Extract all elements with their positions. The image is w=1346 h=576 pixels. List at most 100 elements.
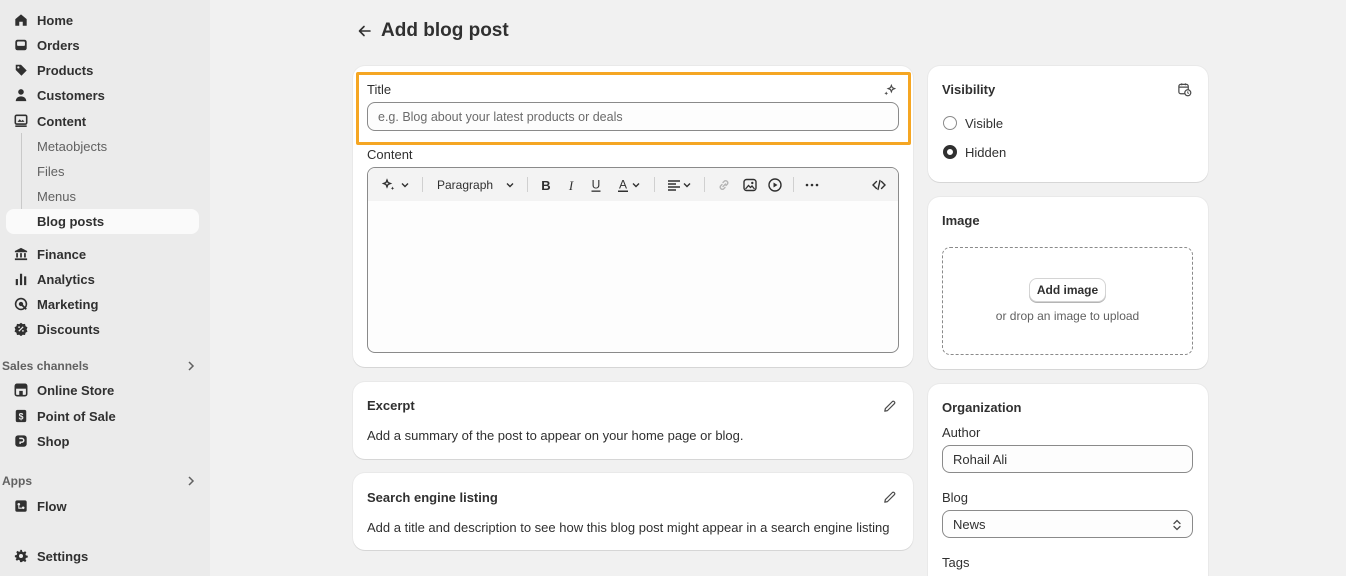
sparkle-icon xyxy=(381,178,394,191)
nav-orders-label: Orders xyxy=(37,37,80,53)
nav-settings-label: Settings xyxy=(37,548,89,564)
sales-channels-heading[interactable]: Sales channels xyxy=(2,359,89,373)
nav-content[interactable]: Content xyxy=(6,109,199,133)
nav-flow[interactable]: Flow xyxy=(6,494,199,518)
insert-image-button[interactable] xyxy=(741,176,759,194)
blog-value: News xyxy=(953,516,986,532)
nav-discounts-label: Discounts xyxy=(37,321,100,337)
nav-metaobjects[interactable]: Metaobjects xyxy=(37,135,107,157)
play-circle-icon xyxy=(768,178,782,192)
title-highlight-box xyxy=(356,72,911,145)
sidebar: Home Orders Products Customers Content M… xyxy=(0,0,210,576)
paragraph-format-select[interactable]: Paragraph xyxy=(437,176,515,194)
link-button[interactable] xyxy=(715,176,733,194)
hidden-radio-label[interactable]: Hidden xyxy=(965,145,1006,160)
nav-home-label: Home xyxy=(37,12,74,28)
nav-marketing-label: Marketing xyxy=(37,296,99,312)
paragraph-label: Paragraph xyxy=(437,178,494,192)
author-field[interactable]: Rohail Ali xyxy=(942,445,1193,473)
svg-text:A: A xyxy=(619,178,627,192)
nav-orders[interactable]: Orders xyxy=(6,33,199,57)
page-title: Add blog post xyxy=(381,20,509,41)
underline-icon: U xyxy=(591,178,601,192)
nav-analytics-label: Analytics xyxy=(37,271,95,287)
pencil-icon[interactable] xyxy=(881,489,897,505)
store-icon xyxy=(14,383,28,397)
blog-label: Blog xyxy=(942,490,969,505)
text-color-dropdown[interactable]: A xyxy=(614,176,642,194)
author-value: Rohail Ali xyxy=(953,451,1008,467)
toolbar-separator xyxy=(793,177,794,192)
bold-button[interactable]: B xyxy=(538,176,554,194)
nav-menus[interactable]: Menus xyxy=(37,185,76,207)
home-icon xyxy=(14,13,28,27)
chevron-right-icon[interactable] xyxy=(186,360,196,375)
nav-customers-label: Customers xyxy=(37,87,105,103)
excerpt-card xyxy=(353,382,913,459)
nav-finance[interactable]: Finance xyxy=(6,242,199,266)
drop-image-hint: or drop an image to upload xyxy=(995,309,1140,323)
target-icon xyxy=(14,297,28,311)
nav-shop-label: Shop xyxy=(37,433,70,449)
nav-files[interactable]: Files xyxy=(37,160,64,182)
svg-text:U: U xyxy=(592,178,601,192)
nav-marketing[interactable]: Marketing xyxy=(6,292,199,316)
visible-radio[interactable] xyxy=(943,116,957,130)
nav-finance-label: Finance xyxy=(37,246,87,262)
text-color-icon: A xyxy=(618,178,628,192)
add-image-button[interactable]: Add image xyxy=(1029,278,1106,302)
excerpt-title: Excerpt xyxy=(367,398,415,413)
tag-icon xyxy=(14,63,28,77)
back-arrow-icon[interactable] xyxy=(357,22,375,40)
pos-icon: $ xyxy=(14,409,28,423)
nav-products[interactable]: Products xyxy=(6,58,199,82)
tags-label: Tags xyxy=(942,555,970,570)
ai-magic-dropdown[interactable] xyxy=(380,176,410,194)
nav-point-of-sale[interactable]: $ Point of Sale xyxy=(6,404,199,428)
blog-select[interactable]: News xyxy=(942,510,1193,538)
html-view-button[interactable] xyxy=(870,176,888,194)
insert-video-button[interactable] xyxy=(766,176,784,194)
more-options-button[interactable] xyxy=(803,176,821,194)
bank-icon xyxy=(14,247,28,261)
toolbar-separator xyxy=(704,177,705,192)
image-title: Image xyxy=(942,213,980,228)
nav-settings[interactable]: Settings xyxy=(6,544,199,568)
nav-point-of-sale-label: Point of Sale xyxy=(37,408,116,424)
toolbar-separator xyxy=(422,177,423,192)
author-label: Author xyxy=(942,425,981,440)
nav-flow-label: Flow xyxy=(37,498,67,514)
nav-home[interactable]: Home xyxy=(6,8,199,32)
content-text-area[interactable] xyxy=(368,201,898,352)
nav-shop[interactable]: Shop xyxy=(6,429,199,453)
nav-analytics[interactable]: Analytics xyxy=(6,267,199,291)
content-icon xyxy=(14,114,28,128)
content-editor: Paragraph B I U A xyxy=(367,167,899,353)
organization-title: Organization xyxy=(942,400,1022,415)
align-dropdown[interactable] xyxy=(665,176,693,194)
hidden-radio[interactable] xyxy=(943,145,957,159)
nav-products-label: Products xyxy=(37,62,94,78)
apps-heading[interactable]: Apps xyxy=(2,474,32,488)
seo-description: Add a title and description to see how t… xyxy=(367,520,890,535)
nav-online-store[interactable]: Online Store xyxy=(6,378,199,402)
calendar-clock-icon[interactable] xyxy=(1176,81,1192,97)
italic-button[interactable]: I xyxy=(563,176,579,194)
inbox-icon xyxy=(14,38,28,52)
nav-discounts[interactable]: Discounts xyxy=(6,317,199,341)
shop-icon xyxy=(14,434,28,448)
nav-customers[interactable]: Customers xyxy=(6,83,199,107)
bold-icon: B xyxy=(541,178,550,193)
tree-line xyxy=(21,133,22,219)
align-left-icon xyxy=(668,180,680,191)
pencil-icon[interactable] xyxy=(881,398,897,414)
visible-radio-label[interactable]: Visible xyxy=(965,116,1003,131)
chevron-down-icon xyxy=(632,183,640,188)
flow-icon xyxy=(14,499,28,513)
nav-blog-posts[interactable]: Blog posts xyxy=(6,209,199,234)
chevron-right-icon[interactable] xyxy=(186,475,196,490)
toolbar-separator xyxy=(654,177,655,192)
underline-button[interactable]: U xyxy=(588,176,604,194)
nav-content-label: Content xyxy=(37,113,87,129)
svg-text:$: $ xyxy=(19,412,24,422)
